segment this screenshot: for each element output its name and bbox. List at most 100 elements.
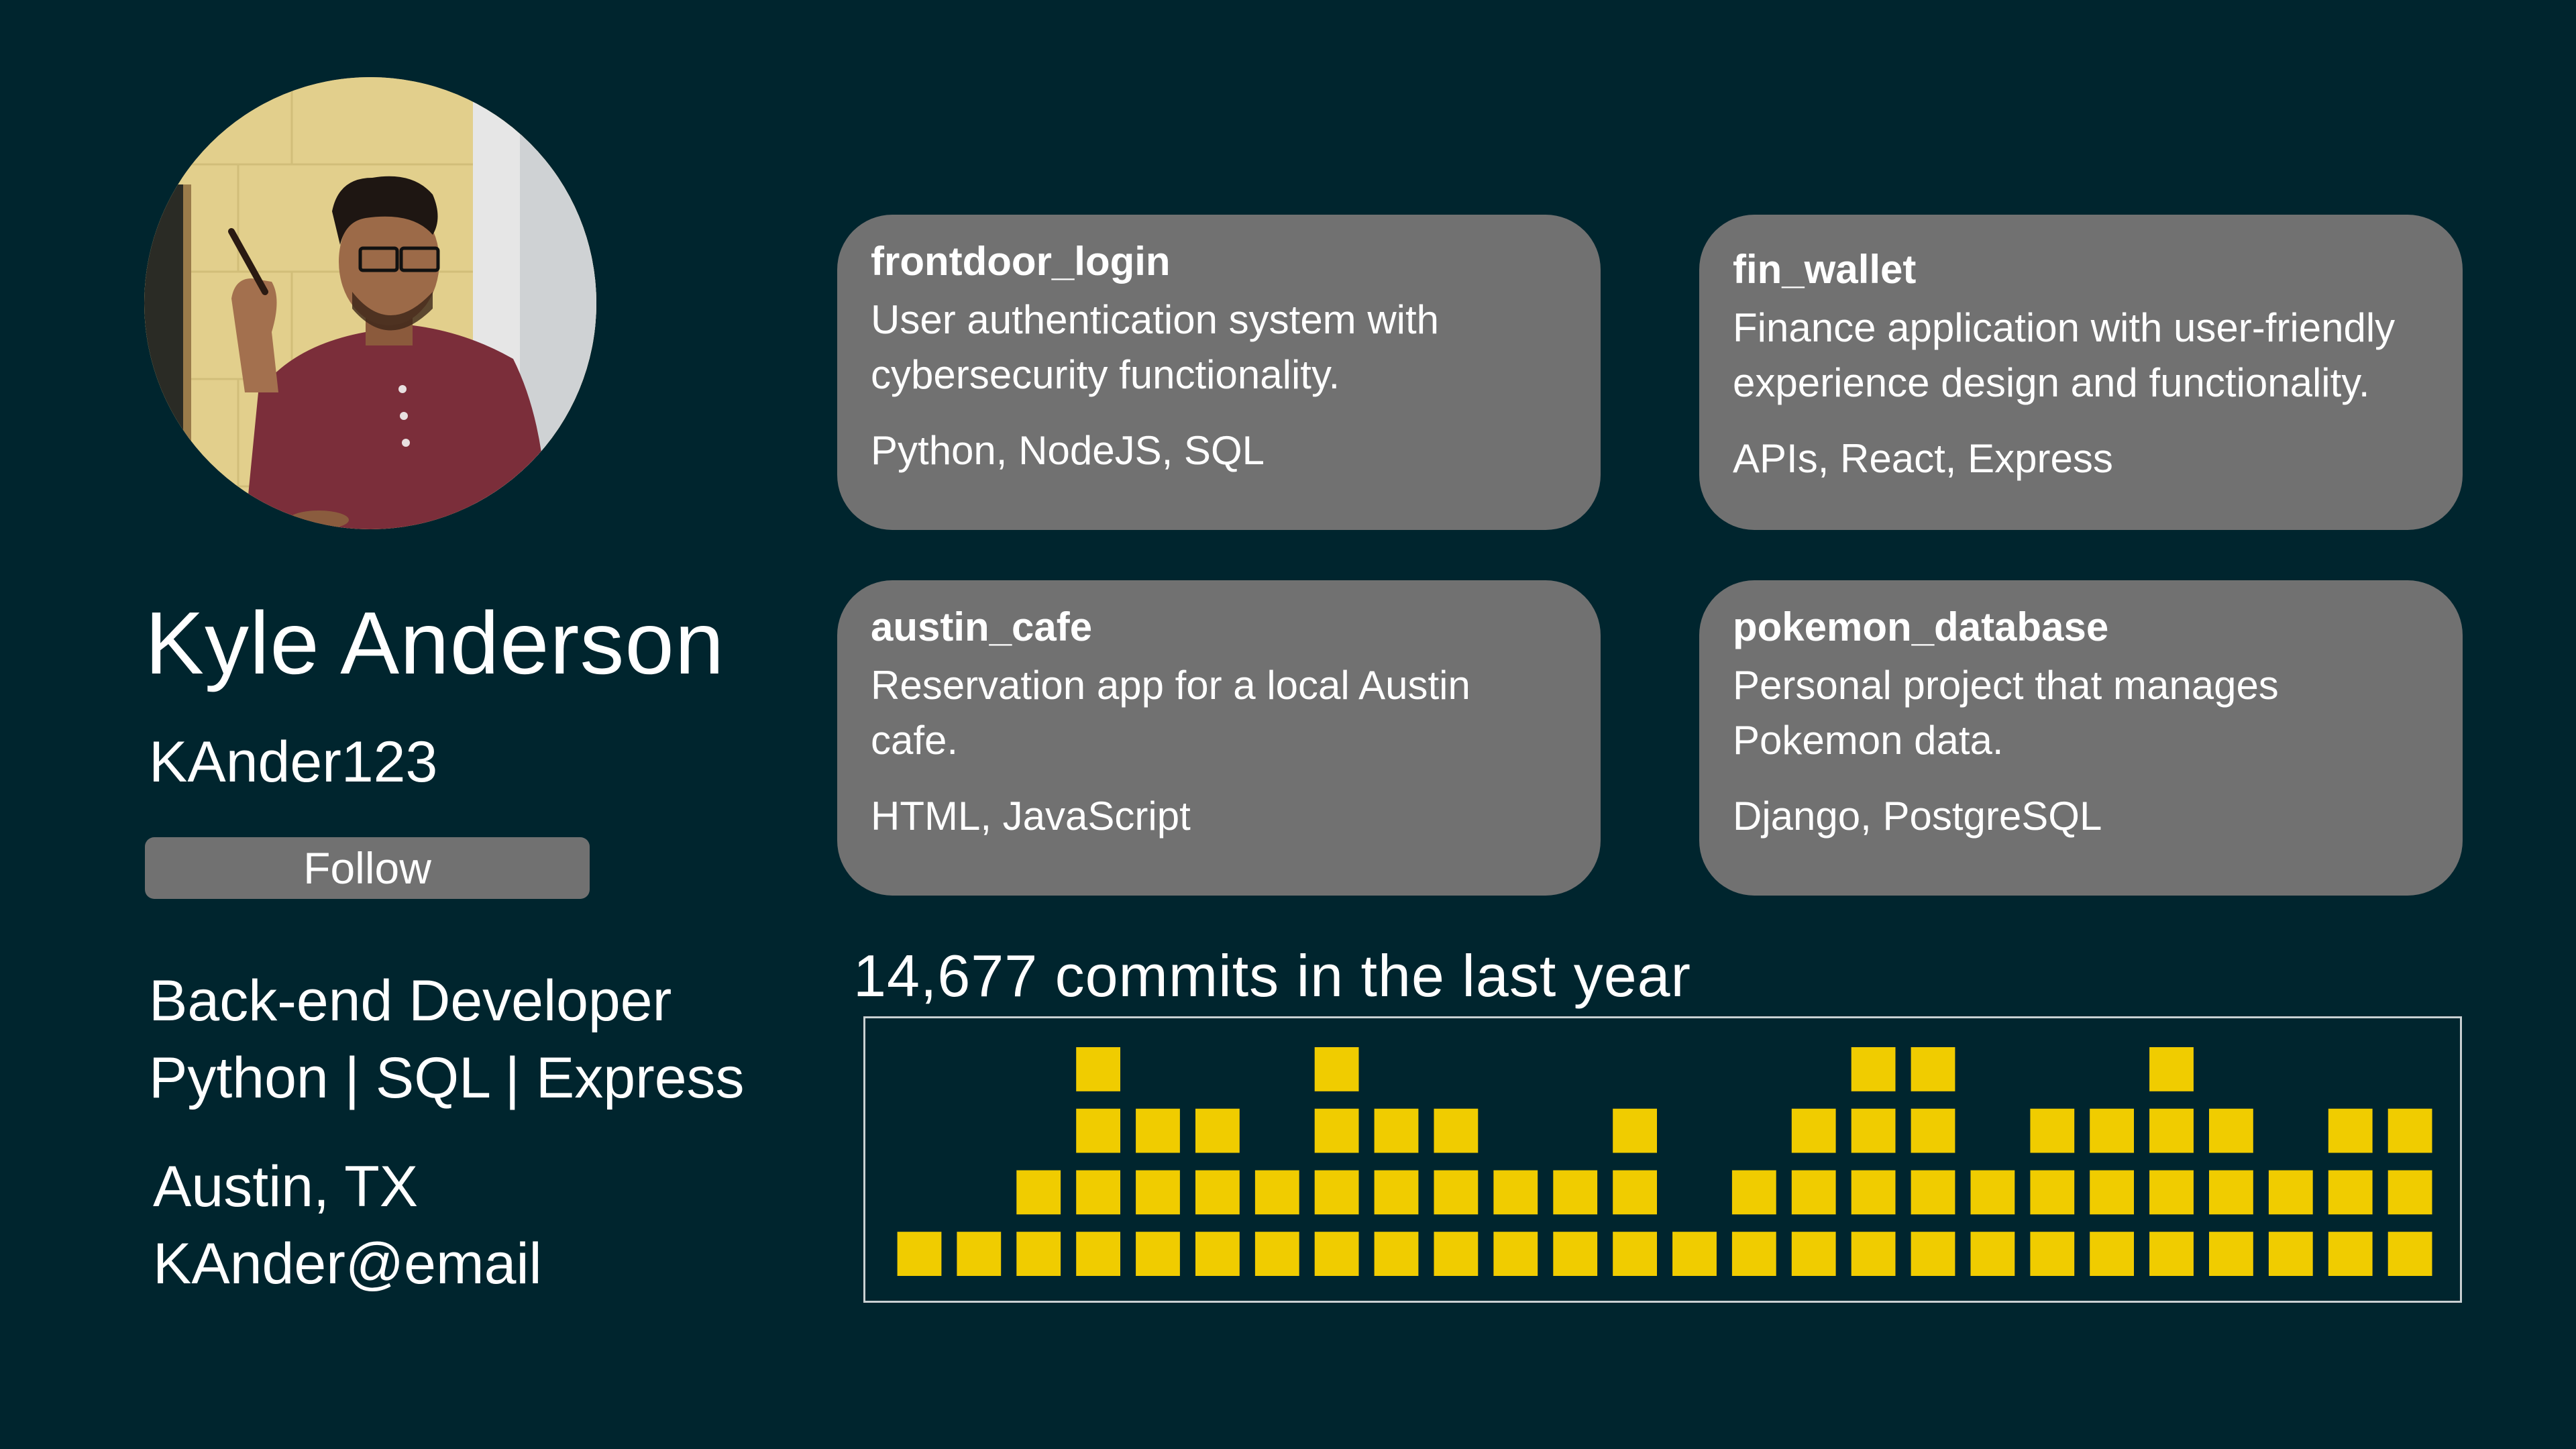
project-title[interactable]: frontdoor_login xyxy=(871,237,1567,286)
profile-username: KAnder123 xyxy=(149,730,438,794)
commit-cell xyxy=(957,1232,1002,1276)
project-title[interactable]: austin_cafe xyxy=(871,603,1567,651)
commit-cell xyxy=(1314,1170,1359,1215)
commit-cell xyxy=(1374,1170,1419,1215)
commit-cell xyxy=(1374,1108,1419,1153)
commit-cell xyxy=(2209,1232,2253,1276)
project-card[interactable]: fin_wallet Finance application with user… xyxy=(1699,215,2463,530)
project-tech: Python, NodeJS, SQL xyxy=(871,428,1265,473)
commit-cell xyxy=(1076,1232,1120,1276)
commit-cell xyxy=(1136,1232,1180,1276)
commit-chart xyxy=(863,1016,2462,1303)
commit-cell xyxy=(2090,1170,2134,1215)
commit-cell xyxy=(1851,1047,1896,1091)
profile-role: Back-end Developer Python | SQL | Expres… xyxy=(149,963,745,1117)
commit-cell xyxy=(1553,1232,1598,1276)
profile-email[interactable]: KAnder@email xyxy=(153,1226,542,1303)
commit-cell xyxy=(2387,1170,2432,1215)
commit-cell xyxy=(1851,1108,1896,1153)
role-skills: Python | SQL | Express xyxy=(149,1046,745,1110)
project-title[interactable]: pokemon_database xyxy=(1733,603,2429,651)
commit-cell xyxy=(1911,1232,1955,1276)
commit-cell xyxy=(1553,1170,1598,1215)
commit-cell xyxy=(1970,1170,2015,1215)
commit-cell xyxy=(1851,1170,1896,1215)
commit-cell xyxy=(1613,1108,1657,1153)
commit-cell xyxy=(1434,1232,1479,1276)
project-tech: APIs, React, Express xyxy=(1733,436,2113,481)
commit-cell xyxy=(1493,1232,1538,1276)
commit-cell xyxy=(2030,1170,2075,1215)
avatar-photo xyxy=(144,77,596,529)
commit-cell xyxy=(1970,1232,2015,1276)
commit-cell xyxy=(2149,1170,2194,1215)
commit-cell xyxy=(2090,1108,2134,1153)
commit-cell xyxy=(1493,1170,1538,1215)
commit-cell xyxy=(1791,1170,1836,1215)
commit-cell xyxy=(1911,1170,1955,1215)
project-description: User authentication system with cybersec… xyxy=(871,297,1440,397)
commit-cell xyxy=(1434,1108,1479,1153)
commit-cell xyxy=(1076,1108,1120,1153)
commit-cell xyxy=(2030,1232,2075,1276)
commit-cell xyxy=(2149,1047,2194,1091)
commit-cell xyxy=(1076,1047,1120,1091)
project-card[interactable]: austin_cafe Reservation app for a local … xyxy=(837,580,1601,896)
commits-title: 14,677 commits in the last year xyxy=(853,943,1691,1009)
commit-cell xyxy=(2209,1170,2253,1215)
commit-cell xyxy=(1314,1108,1359,1153)
commit-cell xyxy=(1314,1232,1359,1276)
profile-contact: Austin, TX KAnder@email xyxy=(153,1148,542,1303)
commit-cell xyxy=(1016,1232,1061,1276)
commit-cell xyxy=(2030,1108,2075,1153)
commit-cell xyxy=(1254,1232,1299,1276)
commit-cell xyxy=(2090,1232,2134,1276)
project-tech: HTML, JavaScript xyxy=(871,794,1191,839)
commit-cell xyxy=(1136,1170,1180,1215)
commit-cell xyxy=(2328,1108,2373,1153)
commit-cell xyxy=(1195,1232,1240,1276)
profile-name: Kyle Anderson xyxy=(145,594,725,692)
commit-cell xyxy=(1136,1108,1180,1153)
commit-cell xyxy=(1911,1047,1955,1091)
commit-cell xyxy=(1076,1170,1120,1215)
commit-chart-svg xyxy=(897,1047,2432,1276)
project-description: Personal project that manages Pokemon da… xyxy=(1733,663,2279,763)
commit-cell xyxy=(1016,1170,1061,1215)
commit-cell xyxy=(2328,1232,2373,1276)
commit-cell xyxy=(2149,1232,2194,1276)
commit-cell xyxy=(2149,1108,2194,1153)
profile-location: Austin, TX xyxy=(153,1155,419,1219)
commit-cell xyxy=(1672,1232,1717,1276)
commit-cell xyxy=(1791,1108,1836,1153)
project-title[interactable]: fin_wallet xyxy=(1733,246,2429,294)
follow-button[interactable]: Follow xyxy=(145,837,590,899)
commit-cell xyxy=(2387,1232,2432,1276)
commit-cell xyxy=(1195,1108,1240,1153)
commit-cell xyxy=(1314,1047,1359,1091)
commit-cell xyxy=(2268,1170,2313,1215)
project-card[interactable]: pokemon_database Personal project that m… xyxy=(1699,580,2463,896)
commit-cell xyxy=(897,1232,942,1276)
commit-cell xyxy=(1731,1170,1776,1215)
commit-cell xyxy=(1195,1170,1240,1215)
project-description: Finance application with user-friendly e… xyxy=(1733,305,2396,405)
role-title: Back-end Developer xyxy=(149,969,672,1033)
commit-cell xyxy=(1791,1232,1836,1276)
commit-cell xyxy=(2387,1108,2432,1153)
commit-cell xyxy=(1731,1232,1776,1276)
commit-cell xyxy=(2328,1170,2373,1215)
commit-cell xyxy=(1434,1170,1479,1215)
commit-cell xyxy=(1613,1170,1657,1215)
commit-cell xyxy=(2209,1108,2253,1153)
commit-cell xyxy=(1851,1232,1896,1276)
avatar xyxy=(144,77,596,529)
commit-cell xyxy=(1254,1170,1299,1215)
commit-cell xyxy=(1911,1108,1955,1153)
commit-cell xyxy=(1374,1232,1419,1276)
commit-cell xyxy=(1613,1232,1657,1276)
project-card[interactable]: frontdoor_login User authentication syst… xyxy=(837,215,1601,530)
commit-cell xyxy=(2268,1232,2313,1276)
project-description: Reservation app for a local Austin cafe. xyxy=(871,663,1470,763)
project-tech: Django, PostgreSQL xyxy=(1733,794,2102,839)
